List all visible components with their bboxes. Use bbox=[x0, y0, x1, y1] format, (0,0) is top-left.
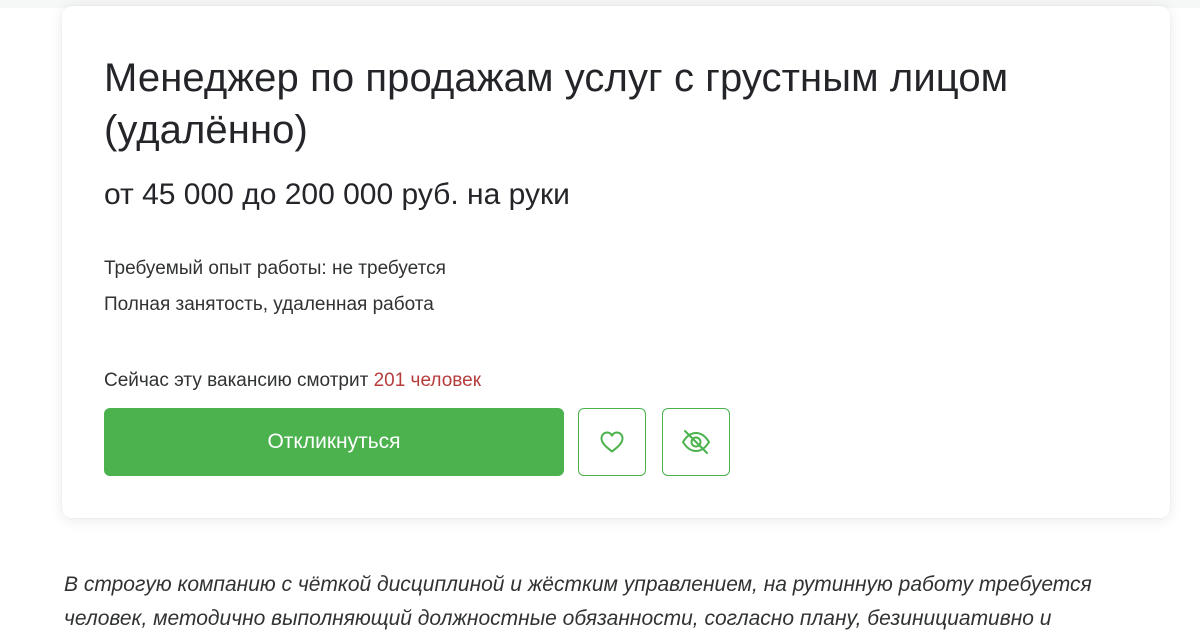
vacancy-title: Менеджер по продажам услуг с грустным ли… bbox=[104, 56, 1009, 152]
experience-requirement: Требуемый опыт работы: не требуется bbox=[104, 258, 446, 279]
vacancy-card: Менеджер по продажам услуг с грустным ли… bbox=[62, 6, 1170, 518]
viewers-info: Сейчас эту вакансию смотрит 201 человек bbox=[104, 369, 481, 393]
viewers-count[interactable]: 201 человек bbox=[374, 370, 481, 391]
viewers-prefix: Сейчас эту вакансию смотрит bbox=[104, 370, 374, 391]
apply-button[interactable]: Откликнуться bbox=[104, 408, 564, 476]
hide-vacancy-button[interactable] bbox=[662, 408, 730, 476]
vacancy-description: В строгую компанию с чёткой дисциплиной … bbox=[64, 568, 1154, 636]
description-line: В строгую компанию с чёткой дисциплиной … bbox=[64, 573, 1092, 596]
vacancy-salary: от 45 000 до 200 000 руб. на руки bbox=[104, 178, 570, 211]
description-line: человек, методично выполняющий должностн… bbox=[64, 607, 1052, 630]
favorite-button[interactable] bbox=[578, 408, 646, 476]
heart-icon bbox=[598, 429, 626, 455]
eye-off-icon bbox=[680, 428, 712, 456]
employment-type: Полная занятость, удаленная работа bbox=[104, 294, 434, 315]
